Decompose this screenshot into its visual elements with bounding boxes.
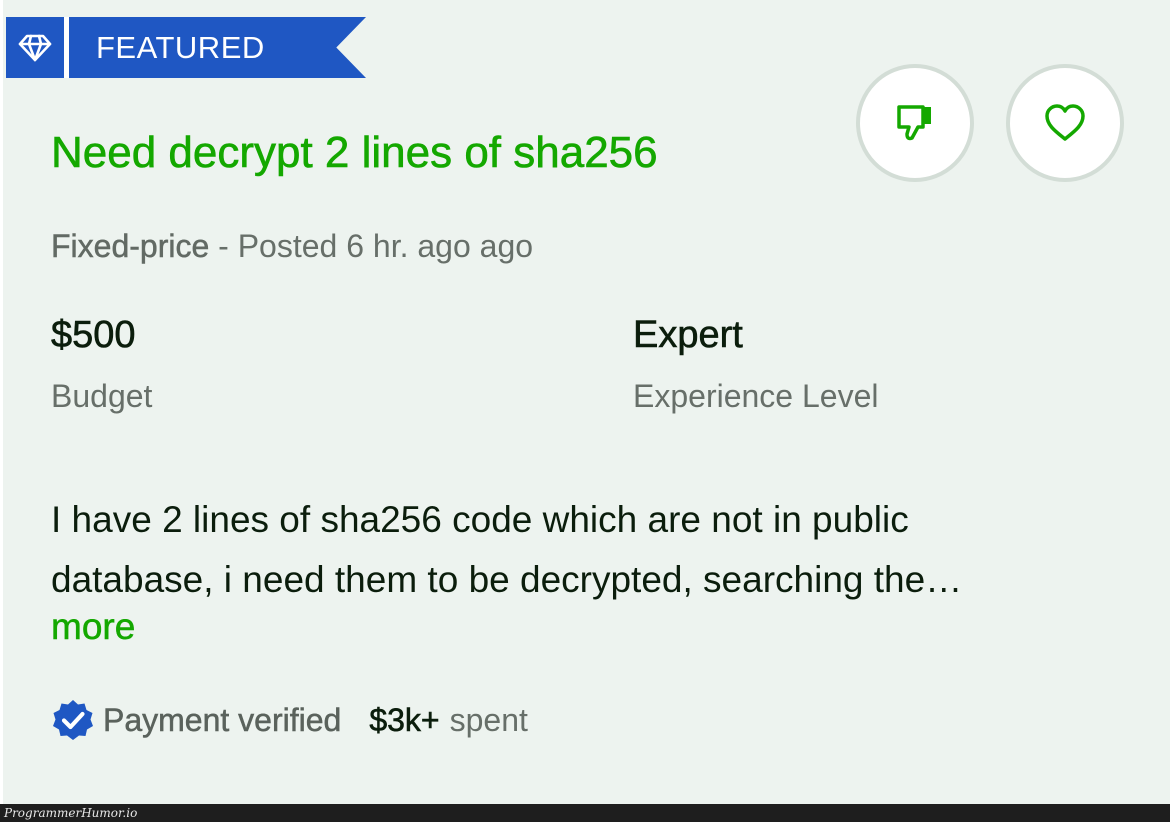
description-line: database, i need them to be decrypted, s…	[51, 559, 963, 600]
posted-time: Posted 6 hr. ago ago	[237, 228, 534, 264]
experience-value: Expert	[633, 314, 743, 357]
payment-verified-label: Payment verified	[103, 701, 342, 738]
verified-badge-icon	[53, 700, 93, 740]
job-type: Fixed-price	[51, 228, 210, 265]
experience-label: Experience Level	[633, 378, 879, 414]
ribbon-divider	[64, 17, 69, 78]
budget-value: $500	[51, 314, 136, 357]
thumbs-down-icon	[897, 105, 931, 141]
heart-icon	[1045, 104, 1085, 141]
description-line: I have 2 lines of sha256 code which are …	[51, 499, 909, 540]
meta-separator: -	[209, 228, 238, 264]
budget-label: Budget	[51, 378, 153, 414]
job-card[interactable]: FEATURED Need decrypt 2 lines of sha256 …	[0, 0, 1170, 804]
watermark-bar: ProgrammerHumor.io	[0, 804, 1170, 822]
job-meta: Fixed-price - Posted 6 hr. ago ago	[51, 228, 533, 265]
site-watermark: ProgrammerHumor.io	[4, 806, 138, 820]
featured-ribbon: FEATURED	[6, 17, 366, 78]
client-info: Payment verified $3k+ spent	[51, 696, 528, 744]
more-link[interactable]: more	[51, 606, 136, 648]
job-title[interactable]: Need decrypt 2 lines of sha256	[51, 128, 658, 178]
diamond-icon	[6, 17, 64, 78]
client-spent-amount: $3k+	[369, 701, 440, 738]
client-spent-label: spent	[449, 701, 528, 738]
dislike-button[interactable]	[856, 64, 974, 182]
featured-label: FEATURED	[69, 17, 366, 78]
save-job-button[interactable]	[1006, 64, 1124, 182]
job-description: I have 2 lines of sha256 code which are …	[51, 490, 1121, 610]
